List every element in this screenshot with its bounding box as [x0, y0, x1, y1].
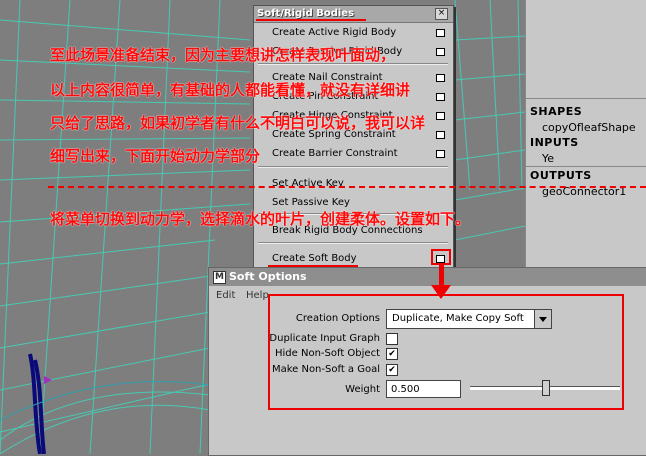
channel-box: SHAPES copyOfleafShape INPUTS Ye OUTPUTS… [525, 0, 646, 270]
arrow-down-icon [439, 265, 444, 287]
menu-title: Soft/Rigid Bodies [257, 8, 355, 19]
title-underline [256, 19, 366, 21]
menu-separator [258, 166, 448, 168]
annotation-line-2: 以上内容很简单，有基础的人都能看懂，就没有详细讲 [50, 81, 411, 99]
inputs-header: INPUTS [530, 136, 579, 149]
dialog-title-bar[interactable]: M Soft Options [209, 268, 646, 286]
annotation-line-5: 将菜单切换到动力学，选择滴水的叶片，创建柔体。设置如下。 [50, 210, 471, 228]
dashed-divider [48, 186, 646, 188]
option-box-icon[interactable] [436, 112, 445, 120]
menu-separator [258, 242, 448, 244]
menu-item-set-active-key[interactable]: Set Active Key [272, 176, 344, 191]
highlight-box-option [431, 249, 451, 265]
option-box-icon[interactable] [436, 48, 445, 56]
maya-logo-icon: M [213, 271, 226, 284]
menu-item-create-soft-body[interactable]: Create Soft Body [272, 251, 357, 266]
channel-box-divider [526, 166, 646, 167]
option-box-icon[interactable] [436, 150, 445, 158]
shapes-header: SHAPES [530, 105, 583, 118]
option-box-icon[interactable] [436, 131, 445, 139]
option-box-icon[interactable] [436, 74, 445, 82]
input-item[interactable]: Ye [542, 152, 554, 165]
dialog-title: Soft Options [229, 270, 307, 283]
annotation-line-1: 至此场景准备结束，因为主要想讲怎样表现叶面动， [50, 46, 396, 64]
close-icon[interactable]: × [435, 8, 448, 20]
shape-item[interactable]: copyOfleafShape [542, 121, 636, 134]
menu-edit[interactable]: Edit [216, 290, 235, 301]
soft-body-underline [268, 265, 358, 267]
option-box-icon[interactable] [436, 29, 445, 37]
menu-item-create-barrier-constraint[interactable]: Create Barrier Constraint [272, 146, 398, 161]
annotation-line-4: 细写出来，下面开始动力学部分 [50, 147, 261, 165]
option-box-icon[interactable] [436, 93, 445, 101]
menu-item-create-active-rigid-body[interactable]: Create Active Rigid Body [272, 25, 396, 40]
channel-box-divider [526, 98, 646, 99]
outputs-header: OUTPUTS [530, 169, 592, 182]
annotation-line-3: 只给了思路，如果初学者有什么不明白可以说，我可以详 [50, 114, 426, 132]
highlight-box-dialog [268, 294, 624, 410]
menu-help[interactable]: Help [246, 290, 269, 301]
